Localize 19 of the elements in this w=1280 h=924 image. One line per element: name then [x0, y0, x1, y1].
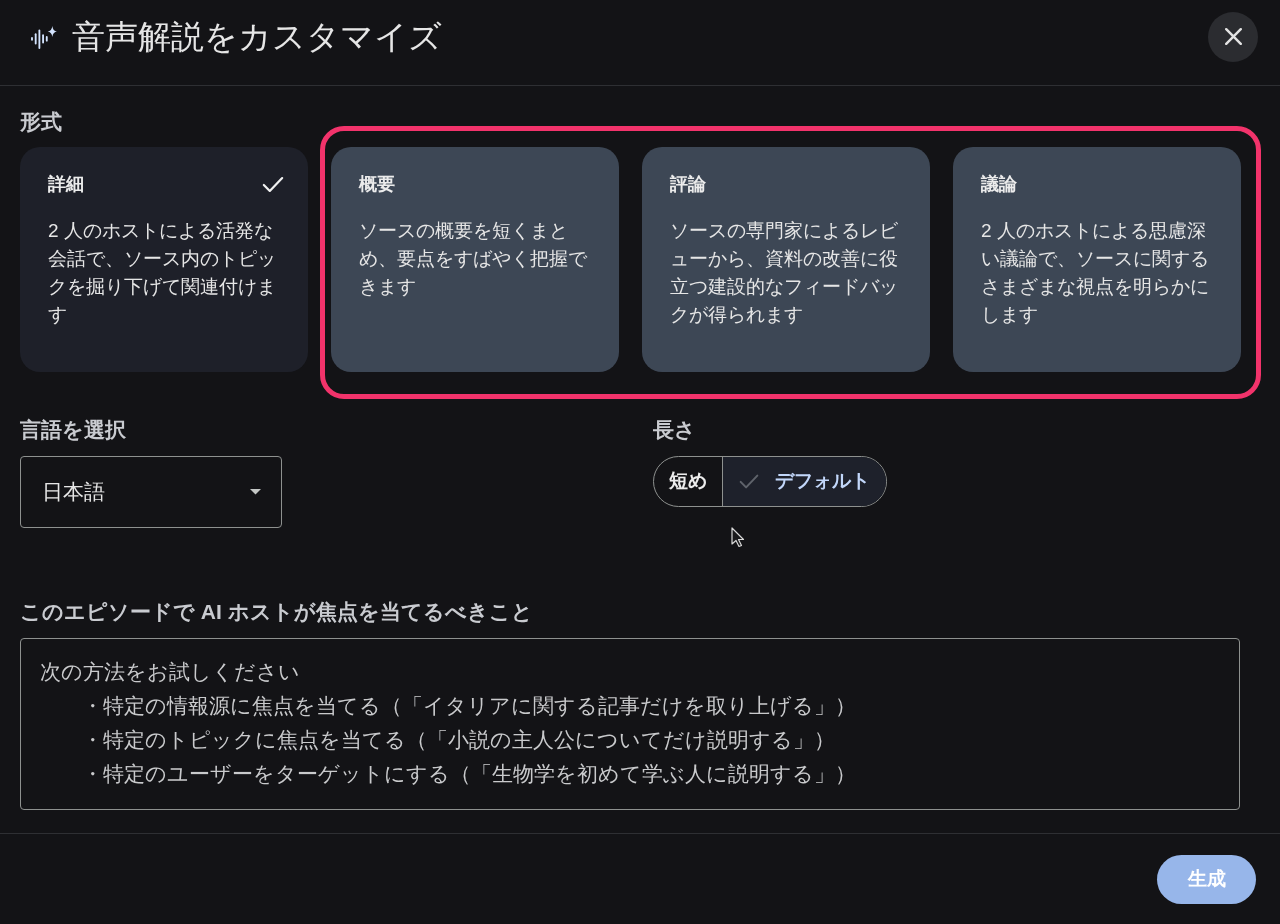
audio-sparkle-icon	[30, 24, 58, 49]
length-option[interactable]: デフォルト	[722, 457, 886, 506]
close-button[interactable]	[1208, 11, 1258, 62]
caret-icon	[250, 489, 261, 495]
language-label: 言語を選択	[20, 417, 126, 443]
length-label: 長さ	[653, 417, 696, 443]
dialog-title: 音声解説をカスタマイズ	[72, 16, 442, 57]
focus-textarea[interactable]: 次の方法をお試しください ・特定の情報源に焦点を当てる（「イタリアに関する記事だけを取り上げる」） ・特定のトピックに焦点を当てる（「小説の主人公についてだけ説明する」） ・特定のユーザーをターゲットにする（「生物学を初めて学ぶ人に説明する」）	[20, 638, 1240, 810]
format-option-card[interactable]: 議論 2 人のホストによる思慮深い議論で、ソースに関するさまざまな視点を明らかにします	[953, 147, 1241, 372]
language-dropdown[interactable]: 日本語	[20, 456, 282, 528]
check-icon	[739, 474, 759, 489]
format-option-card[interactable]: 概要 ソースの概要を短くまとめ、要点をすばやく把握できます	[331, 147, 619, 372]
cursor-icon	[731, 527, 745, 548]
focus-label: このエピソードで AI ホストが焦点を当てるべきこと	[20, 599, 533, 625]
format-option-card[interactable]: 詳細 2 人のホストによる活発な会話で、ソース内のトピックを掘り下げて関連付けます	[20, 147, 308, 372]
format-label: 形式	[20, 109, 62, 135]
format-option-card[interactable]: 評論 ソースの専門家によるレビューから、資料の改善に役立つ建設的なフィードバックが得られます	[642, 147, 930, 372]
close-icon	[1224, 28, 1242, 45]
length-option[interactable]: 短め	[654, 457, 722, 506]
